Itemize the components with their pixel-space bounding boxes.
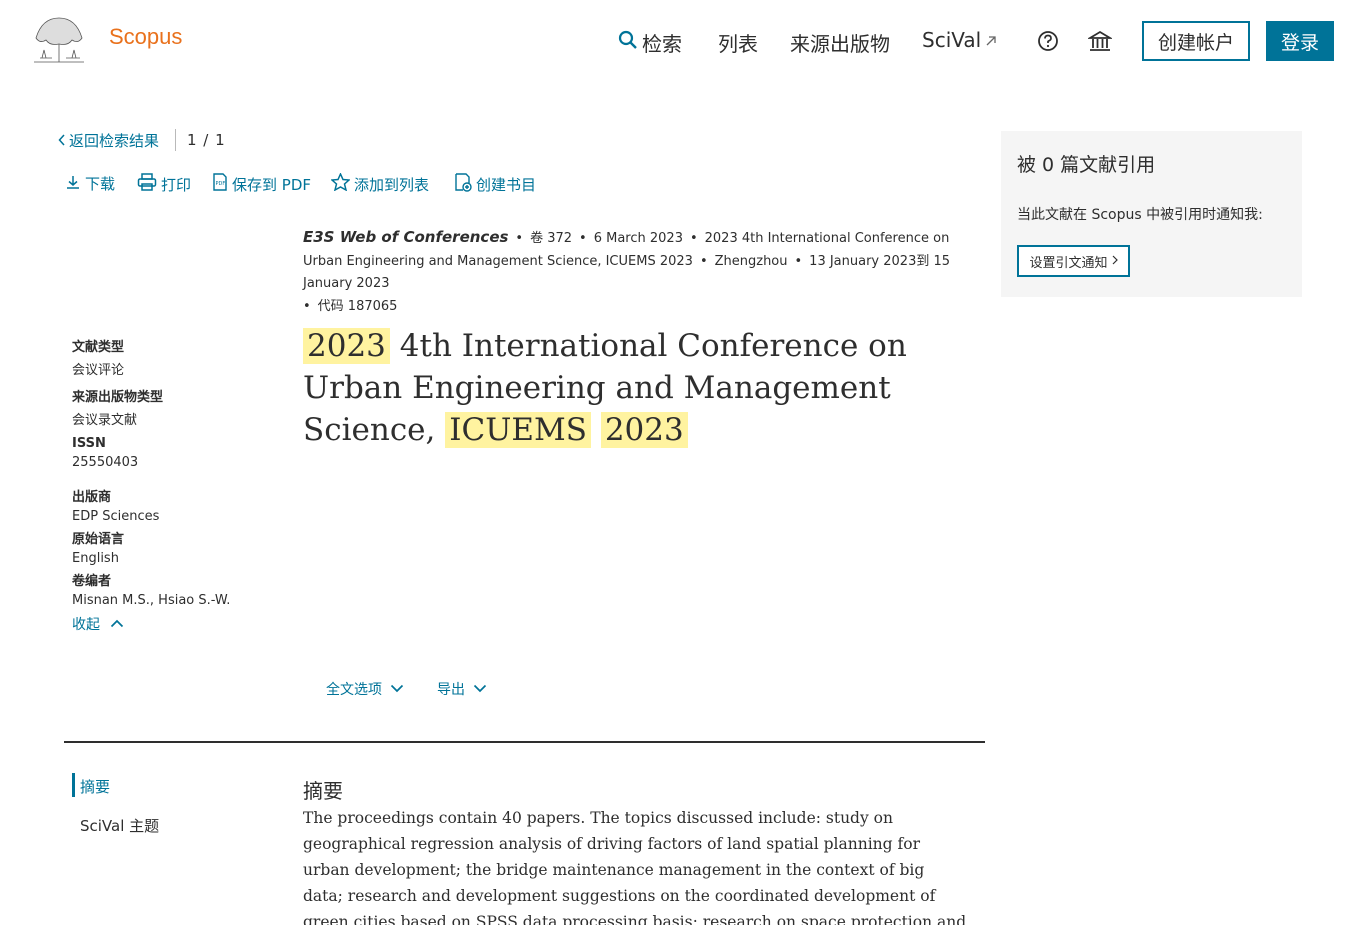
- bibliography-icon: [454, 173, 472, 196]
- citation-alert-text: 当此文献在 Scopus 中被引用时通知我:: [1017, 207, 1263, 223]
- title-highlight: ICUEMS: [445, 412, 591, 448]
- create-account-button[interactable]: 创建帐户: [1142, 21, 1250, 61]
- meta-source-type: 来源出版物类型 会议录文献: [72, 386, 272, 428]
- breadcrumb-divider: [175, 129, 176, 151]
- active-indicator: [72, 773, 75, 797]
- print-label: 打印: [161, 175, 192, 194]
- meta-label: 出版商: [72, 490, 112, 505]
- set-alert-label: 设置引文通知: [1029, 255, 1108, 271]
- chevron-left-icon: [58, 132, 66, 150]
- conference-code: 代码 187065: [317, 298, 398, 314]
- nav-scival-label: SciVal: [922, 28, 982, 52]
- meta-value: English: [72, 551, 119, 566]
- meta-label: ISSN: [72, 436, 106, 451]
- nav-scival[interactable]: SciVal: [922, 28, 997, 52]
- download-label: 下载: [85, 175, 116, 193]
- export-dropdown[interactable]: 导出: [437, 679, 487, 699]
- create-bib-label: 创建书目: [476, 176, 537, 194]
- journal-link[interactable]: E3S Web of Conferences: [303, 228, 508, 246]
- chevron-right-icon: [1112, 254, 1118, 269]
- chevron-up-icon: [110, 616, 124, 632]
- external-link-icon: [985, 28, 997, 52]
- print-button[interactable]: 打印: [137, 173, 191, 195]
- back-label: 返回检索结果: [69, 132, 160, 150]
- print-icon: [137, 173, 157, 195]
- pdf-icon: PDF: [212, 173, 228, 195]
- meta-editors: 卷编者 Misnan M.S., Hsiao S.-W.: [72, 570, 272, 608]
- section-divider: [64, 741, 985, 743]
- nav-search-label: 检索: [642, 32, 682, 56]
- subnav-abstract[interactable]: 摘要: [80, 776, 110, 797]
- login-button[interactable]: 登录: [1266, 21, 1334, 61]
- nav-search[interactable]: 检索: [618, 28, 682, 57]
- elsevier-logo-icon[interactable]: [32, 14, 86, 64]
- star-icon: [330, 172, 351, 195]
- meta-value: 会议评论: [72, 363, 125, 378]
- abstract-body: The proceedings contain 40 papers. The t…: [303, 809, 967, 925]
- meta-label: 文献类型: [72, 340, 125, 355]
- meta-label: 原始语言: [72, 532, 125, 547]
- meta-language: 原始语言 English: [72, 528, 272, 566]
- save-pdf-label: 保存到 PDF: [232, 175, 311, 194]
- download-icon: [65, 174, 81, 194]
- export-label: 导出: [437, 682, 465, 698]
- download-button[interactable]: 下载: [65, 173, 115, 194]
- set-citation-alert-button[interactable]: 设置引文通知: [1017, 245, 1130, 277]
- volume: 卷 372: [530, 231, 573, 246]
- full-text-options-dropdown[interactable]: 全文选项: [326, 679, 404, 699]
- document-title: 2023 4th International Conference on Urb…: [303, 325, 983, 451]
- create-bibliography-button[interactable]: 创建书目: [454, 173, 536, 196]
- meta-value: 会议录文献: [72, 413, 138, 428]
- conference-location: Zhengzhou: [714, 253, 788, 269]
- search-icon: [618, 30, 638, 55]
- meta-value: 25550403: [72, 455, 139, 470]
- help-icon[interactable]: [1037, 30, 1059, 52]
- meta-label: 来源出版物类型: [72, 390, 164, 405]
- meta-issn: ISSN 25550403: [72, 436, 272, 470]
- abstract-heading: 摘要: [303, 779, 343, 803]
- meta-value: Misnan M.S., Hsiao S.-W.: [72, 593, 231, 608]
- nav-sources[interactable]: 来源出版物: [790, 28, 890, 57]
- full-text-label: 全文选项: [326, 682, 382, 698]
- meta-value: EDP Sciences: [72, 509, 160, 524]
- publication-date: 6 March 2023: [593, 231, 683, 246]
- chevron-down-icon: [473, 681, 487, 697]
- title-highlight: 2023: [303, 328, 390, 364]
- collapse-toggle[interactable]: 收起: [72, 614, 124, 634]
- save-pdf-button[interactable]: PDF 保存到 PDF: [212, 173, 311, 195]
- cited-by-count: 被 0 篇文献引用: [1017, 154, 1156, 176]
- institution-icon[interactable]: [1088, 29, 1112, 53]
- collapse-label: 收起: [72, 617, 100, 633]
- add-to-list-button[interactable]: 添加到列表: [330, 172, 430, 195]
- add-to-list-label: 添加到列表: [354, 175, 430, 194]
- result-pager: 1 / 1: [187, 131, 226, 149]
- subnav-scival-topic[interactable]: SciVal 主题: [80, 815, 159, 836]
- meta-doc-type: 文献类型 会议评论: [72, 336, 272, 378]
- title-highlight: 2023: [600, 412, 688, 448]
- nav-lists[interactable]: 列表: [718, 28, 758, 57]
- chevron-down-icon: [390, 681, 404, 697]
- source-info: E3S Web of Conferences • 卷 372 • 6 March 202…: [303, 228, 951, 314]
- svg-text:PDF: PDF: [216, 181, 226, 187]
- back-to-results-link[interactable]: 返回检索结果: [58, 130, 159, 151]
- meta-label: 卷编者: [72, 574, 112, 589]
- meta-publisher: 出版商 EDP Sciences: [72, 486, 272, 524]
- scopus-brand[interactable]: Scopus: [109, 24, 182, 50]
